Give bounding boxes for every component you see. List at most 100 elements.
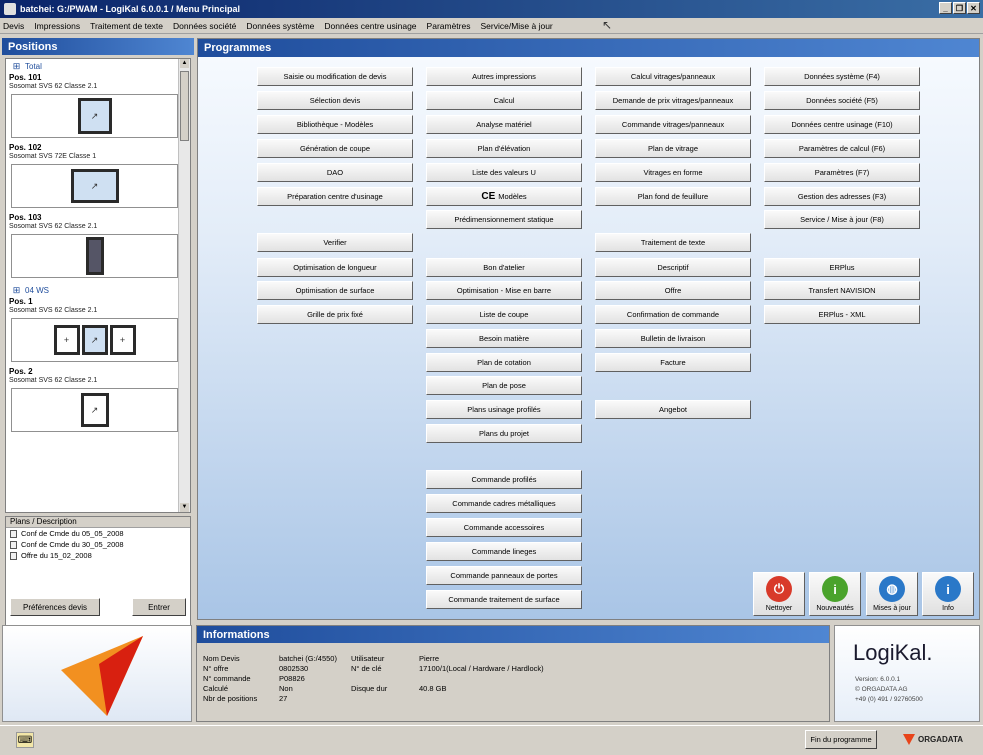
btn-angebot[interactable]: Angebot: [595, 400, 751, 419]
btn-commande-vitrages[interactable]: Commande vitrages/panneaux: [595, 115, 751, 134]
btn-traitement-texte[interactable]: Traitement de texte: [595, 233, 751, 252]
btn-bibliotheque[interactable]: Bibliothèque - Modèles: [257, 115, 413, 134]
btn-donnees-centre-usinage[interactable]: Données centre usinage (F10): [764, 115, 920, 134]
btn-autres-impressions[interactable]: Autres impressions: [426, 67, 582, 86]
list-item[interactable]: Pos. 2 Sosomat SVS 62 Classe 2.1 ↗: [6, 367, 190, 432]
btn-liste-coupe[interactable]: Liste de coupe: [426, 305, 582, 324]
version-text: Version: 6.0.0.1: [855, 676, 901, 683]
btn-gestion-adresses[interactable]: Gestion des adresses (F3): [764, 187, 920, 206]
btn-plan-fond-feuillure[interactable]: Plan fond de feuillure: [595, 187, 751, 206]
btn-plan-elevation[interactable]: Plan d'élévation: [426, 139, 582, 158]
btn-optimisation-barre[interactable]: Optimisation - Mise en barre: [426, 281, 582, 300]
btn-commande-accessoires[interactable]: Commande accessoires: [426, 518, 582, 537]
btn-commande-cadres[interactable]: Commande cadres métalliques: [426, 494, 582, 513]
btn-descriptif[interactable]: Descriptif: [595, 258, 751, 277]
btn-commande-profiles[interactable]: Commande profilés: [426, 470, 582, 489]
list-item[interactable]: Conf de Cmde du 05_05_2008: [6, 528, 190, 539]
nettoyer-button[interactable]: ⏻ Nettoyer: [753, 572, 805, 616]
btn-liste-valeurs-u[interactable]: Liste des valeurs U: [426, 163, 582, 182]
plan-label: Offre du 15_02_2008: [21, 551, 92, 560]
window-drawing-icon: ↗: [70, 169, 119, 203]
programmes-panel: Programmes Saisie ou modification de dev…: [197, 38, 980, 620]
btn-erplus[interactable]: ERPlus: [764, 258, 920, 277]
btn-donnees-systeme[interactable]: Données système (F4): [764, 67, 920, 86]
btn-service-mise-a-jour[interactable]: Service / Mise à jour (F8): [764, 210, 920, 229]
info-button[interactable]: i Info: [922, 572, 974, 616]
scroll-down-icon[interactable]: ▼: [180, 503, 189, 512]
btn-generation-coupe[interactable]: Génération de coupe: [257, 139, 413, 158]
btn-label: Plan de cotation: [477, 358, 531, 367]
group-total[interactable]: ⊞ Total: [6, 59, 190, 73]
list-item[interactable]: Conf de Cmde du 30_05_2008: [6, 539, 190, 550]
btn-donnees-societe[interactable]: Données société (F5): [764, 91, 920, 110]
btn-optimisation-longueur[interactable]: Optimisation de longueur: [257, 258, 413, 277]
close-icon[interactable]: ✕: [967, 2, 980, 14]
menu-donnees-systeme[interactable]: Données système: [246, 21, 314, 31]
menu-service[interactable]: Service/Mise à jour: [480, 21, 552, 31]
scroll-up-icon[interactable]: ▲: [180, 59, 189, 68]
btn-label: Préparation centre d'usinage: [287, 192, 383, 201]
btn-verifier[interactable]: Verifier: [257, 233, 413, 252]
btn-offre[interactable]: Offre: [595, 281, 751, 300]
menu-traitement-texte[interactable]: Traitement de texte: [90, 21, 163, 31]
document-icon: [10, 551, 17, 560]
btn-facture[interactable]: Facture: [595, 353, 751, 372]
btn-erplus-xml[interactable]: ERPlus - XML: [764, 305, 920, 324]
btn-commande-lineges[interactable]: Commande lineges: [426, 542, 582, 561]
btn-label: Modèles: [498, 192, 527, 201]
btn-preparation-usinage[interactable]: Préparation centre d'usinage: [257, 187, 413, 206]
menu-impressions[interactable]: Impressions: [34, 21, 80, 31]
btn-saisie-devis[interactable]: Saisie ou modification de devis: [257, 67, 413, 86]
list-item[interactable]: Pos. 1 Sosomat SVS 62 Classe 2.1 + ↗ +: [6, 297, 190, 362]
quit-button[interactable]: Fin du programme: [805, 730, 877, 749]
info-value: P08826: [279, 674, 305, 683]
btn-demande-prix-vitrages[interactable]: Demande de prix vitrages/panneaux: [595, 91, 751, 110]
group-04ws[interactable]: ⊞ 04 WS: [6, 283, 190, 297]
btn-calcul-vitrages[interactable]: Calcul vitrages/panneaux: [595, 67, 751, 86]
btn-label: Descriptif: [657, 263, 689, 272]
menu-donnees-societe[interactable]: Données société: [173, 21, 236, 31]
keyboard-icon[interactable]: ⌨: [16, 732, 34, 748]
btn-vitrages-forme[interactable]: Vitrages en forme: [595, 163, 751, 182]
btn-optimisation-surface[interactable]: Optimisation de surface: [257, 281, 413, 300]
restore-icon[interactable]: ❐: [953, 2, 966, 14]
btn-parametres[interactable]: Paramètres (F7): [764, 163, 920, 182]
btn-ce-modeles[interactable]: CE Modèles: [426, 187, 582, 206]
mises-a-jour-button[interactable]: ◍ Mises à jour: [866, 572, 918, 616]
btn-grille-prix[interactable]: Grille de prix fixé: [257, 305, 413, 324]
btn-label: Plan de pose: [482, 381, 526, 390]
menu-parametres[interactable]: Paramètres: [427, 21, 471, 31]
btn-parametres-calcul[interactable]: Paramètres de calcul (F6): [764, 139, 920, 158]
btn-commande-panneaux-portes[interactable]: Commande panneaux de portes: [426, 566, 582, 585]
btn-plans-projet[interactable]: Plans du projet: [426, 424, 582, 443]
btn-commande-traitement-surface[interactable]: Commande traitement de surface: [426, 590, 582, 609]
btn-calcul[interactable]: Calcul: [426, 91, 582, 110]
list-item[interactable]: Pos. 103 Sosomat SVS 62 Classe 2.1: [6, 213, 190, 278]
btn-plan-vitrage[interactable]: Plan de vitrage: [595, 139, 751, 158]
list-item[interactable]: Pos. 101 Sosomat SVS 62 Classe 2.1 ↗: [6, 73, 190, 138]
positions-list[interactable]: ⊞ Total Pos. 101 Sosomat SVS 62 Classe 2…: [5, 58, 191, 513]
scroll-thumb[interactable]: [180, 71, 189, 141]
position-thumbnail: ↗: [11, 164, 178, 208]
menu-devis[interactable]: Devis: [3, 21, 24, 31]
btn-analyse-materiel[interactable]: Analyse matériel: [426, 115, 582, 134]
btn-plan-pose[interactable]: Plan de pose: [426, 376, 582, 395]
btn-selection-devis[interactable]: Sélection devis: [257, 91, 413, 110]
nouveautes-button[interactable]: i Nouveautés: [809, 572, 861, 616]
list-item[interactable]: Pos. 102 Sosomat SVS 72E Classe 1 ↗: [6, 143, 190, 208]
positions-scrollbar[interactable]: ▲ ▼: [178, 59, 190, 512]
btn-besoin-matiere[interactable]: Besoin matière: [426, 329, 582, 348]
btn-dao[interactable]: DAO: [257, 163, 413, 182]
btn-plans-usinage[interactable]: Plans usinage profilés: [426, 400, 582, 419]
btn-bulletin-livraison[interactable]: Bulletin de livraison: [595, 329, 751, 348]
enter-button[interactable]: Entrer: [132, 598, 186, 616]
btn-bon-atelier[interactable]: Bon d'atelier: [426, 258, 582, 277]
preferences-devis-button[interactable]: Préférences devis: [10, 598, 100, 616]
list-item[interactable]: Offre du 15_02_2008: [6, 550, 190, 561]
minimize-icon[interactable]: _: [939, 2, 952, 14]
menu-donnees-centre-usinage[interactable]: Données centre usinage: [324, 21, 416, 31]
btn-confirmation-commande[interactable]: Confirmation de commande: [595, 305, 751, 324]
btn-plan-cotation[interactable]: Plan de cotation: [426, 353, 582, 372]
btn-predimensionnement[interactable]: Prédimensionnement statique: [426, 210, 582, 229]
btn-transfert-navision[interactable]: Transfert NAVISION: [764, 281, 920, 300]
